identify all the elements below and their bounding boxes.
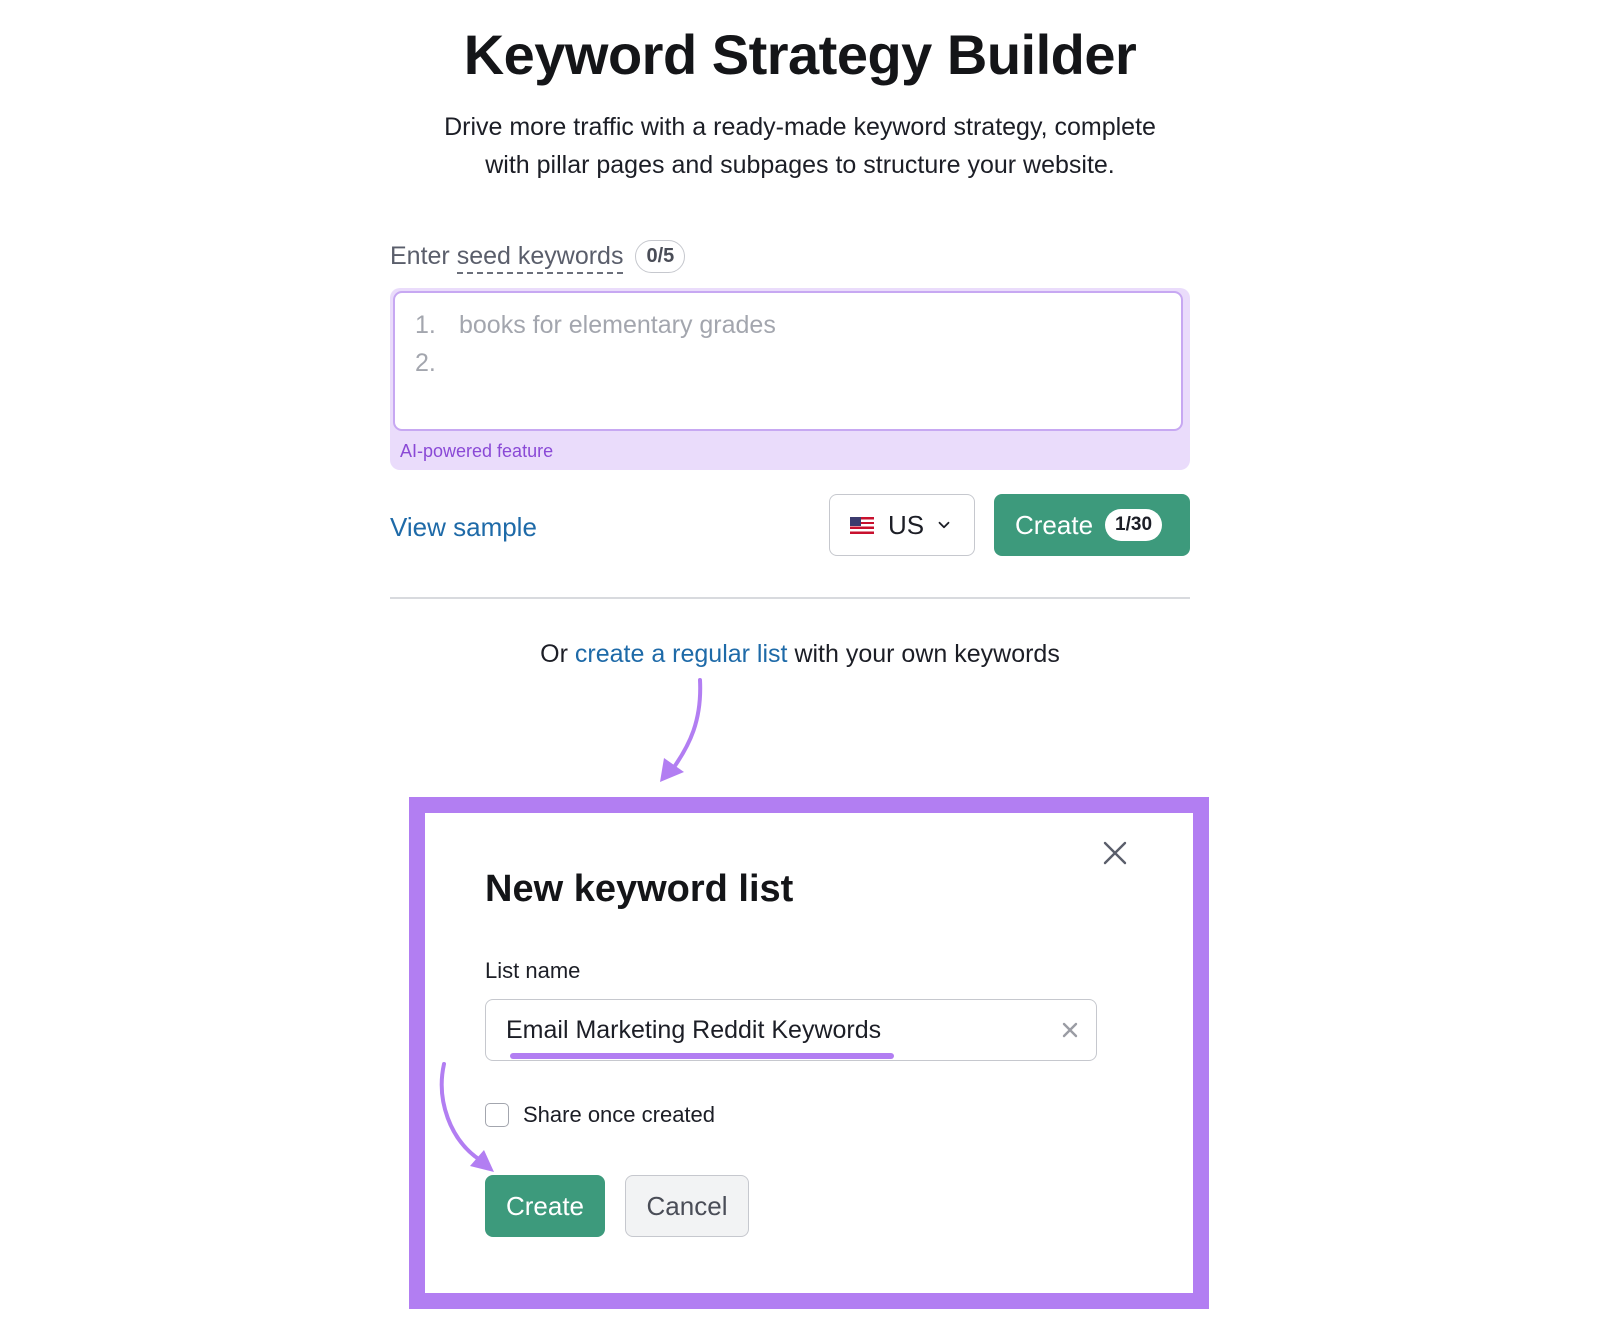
seed-keywords-label-row: Enter seed keywords 0/5 [390, 236, 686, 276]
regular-list-prompt: Or create a regular list with your own k… [0, 640, 1600, 669]
list-name-label: List name [485, 958, 581, 983]
share-checkbox[interactable] [485, 1103, 509, 1127]
regular-list-suffix: with your own keywords [787, 640, 1060, 668]
keyword-line-number: 2. [415, 349, 436, 377]
seed-counter-badge: 0/5 [635, 239, 686, 273]
modal-cancel-button[interactable]: Cancel [625, 1175, 749, 1237]
arrow-to-modal-head [660, 758, 684, 782]
chevron-down-icon [938, 519, 950, 531]
page-title: Keyword Strategy Builder [463, 23, 1137, 86]
ai-powered-label: AI-powered feature [400, 441, 554, 461]
us-flag-icon [850, 516, 874, 534]
keyword-line-number: 1. [415, 311, 436, 339]
close-icon[interactable] [1100, 838, 1130, 868]
modal-title: New keyword list [485, 868, 794, 910]
seed-keywords-label: Enter seed keywords [390, 241, 624, 274]
share-label: Share once created [523, 1102, 716, 1127]
arrow-to-modal [670, 678, 703, 772]
page-subtitle: Drive more traffic with a ready-made key… [300, 108, 1300, 184]
country-select[interactable]: US [829, 494, 975, 556]
create-regular-list-link[interactable]: create a regular list [575, 640, 788, 668]
seed-keywords-term[interactable]: seed keywords [456, 241, 624, 274]
keyword-line-1: 1. books for elementary grades [415, 311, 776, 340]
regular-list-prefix: Or [540, 640, 575, 668]
seed-keywords-textarea[interactable]: 1. books for elementary grades 2. [393, 291, 1183, 431]
create-usage-badge: 1/30 [1105, 509, 1163, 541]
list-name-input[interactable]: Email Marketing Reddit Keywords [485, 999, 1097, 1061]
clear-icon[interactable] [1060, 1020, 1080, 1040]
share-option: Share once created [485, 1102, 715, 1128]
subtitle-line-1: Drive more traffic with a ready-made key… [444, 113, 1156, 141]
highlight-underline [510, 1053, 894, 1059]
subtitle-line-2: with pillar pages and subpages to struct… [485, 151, 1115, 179]
create-strategy-label: Create [1015, 509, 1094, 540]
create-strategy-button[interactable]: Create 1/30 [994, 494, 1190, 556]
list-name-value: Email Marketing Reddit Keywords [506, 1016, 882, 1044]
view-sample-link[interactable]: View sample [390, 512, 537, 543]
keyword-line-placeholder: books for elementary grades [459, 311, 776, 339]
modal-create-button[interactable]: Create [485, 1175, 605, 1237]
seed-keywords-container: 1. books for elementary grades 2. AI-powe… [390, 288, 1190, 470]
seed-label-prefix: Enter [390, 241, 457, 270]
section-divider [390, 597, 1190, 599]
country-value: US [888, 509, 925, 540]
keyword-line-2: 2. [415, 349, 459, 378]
